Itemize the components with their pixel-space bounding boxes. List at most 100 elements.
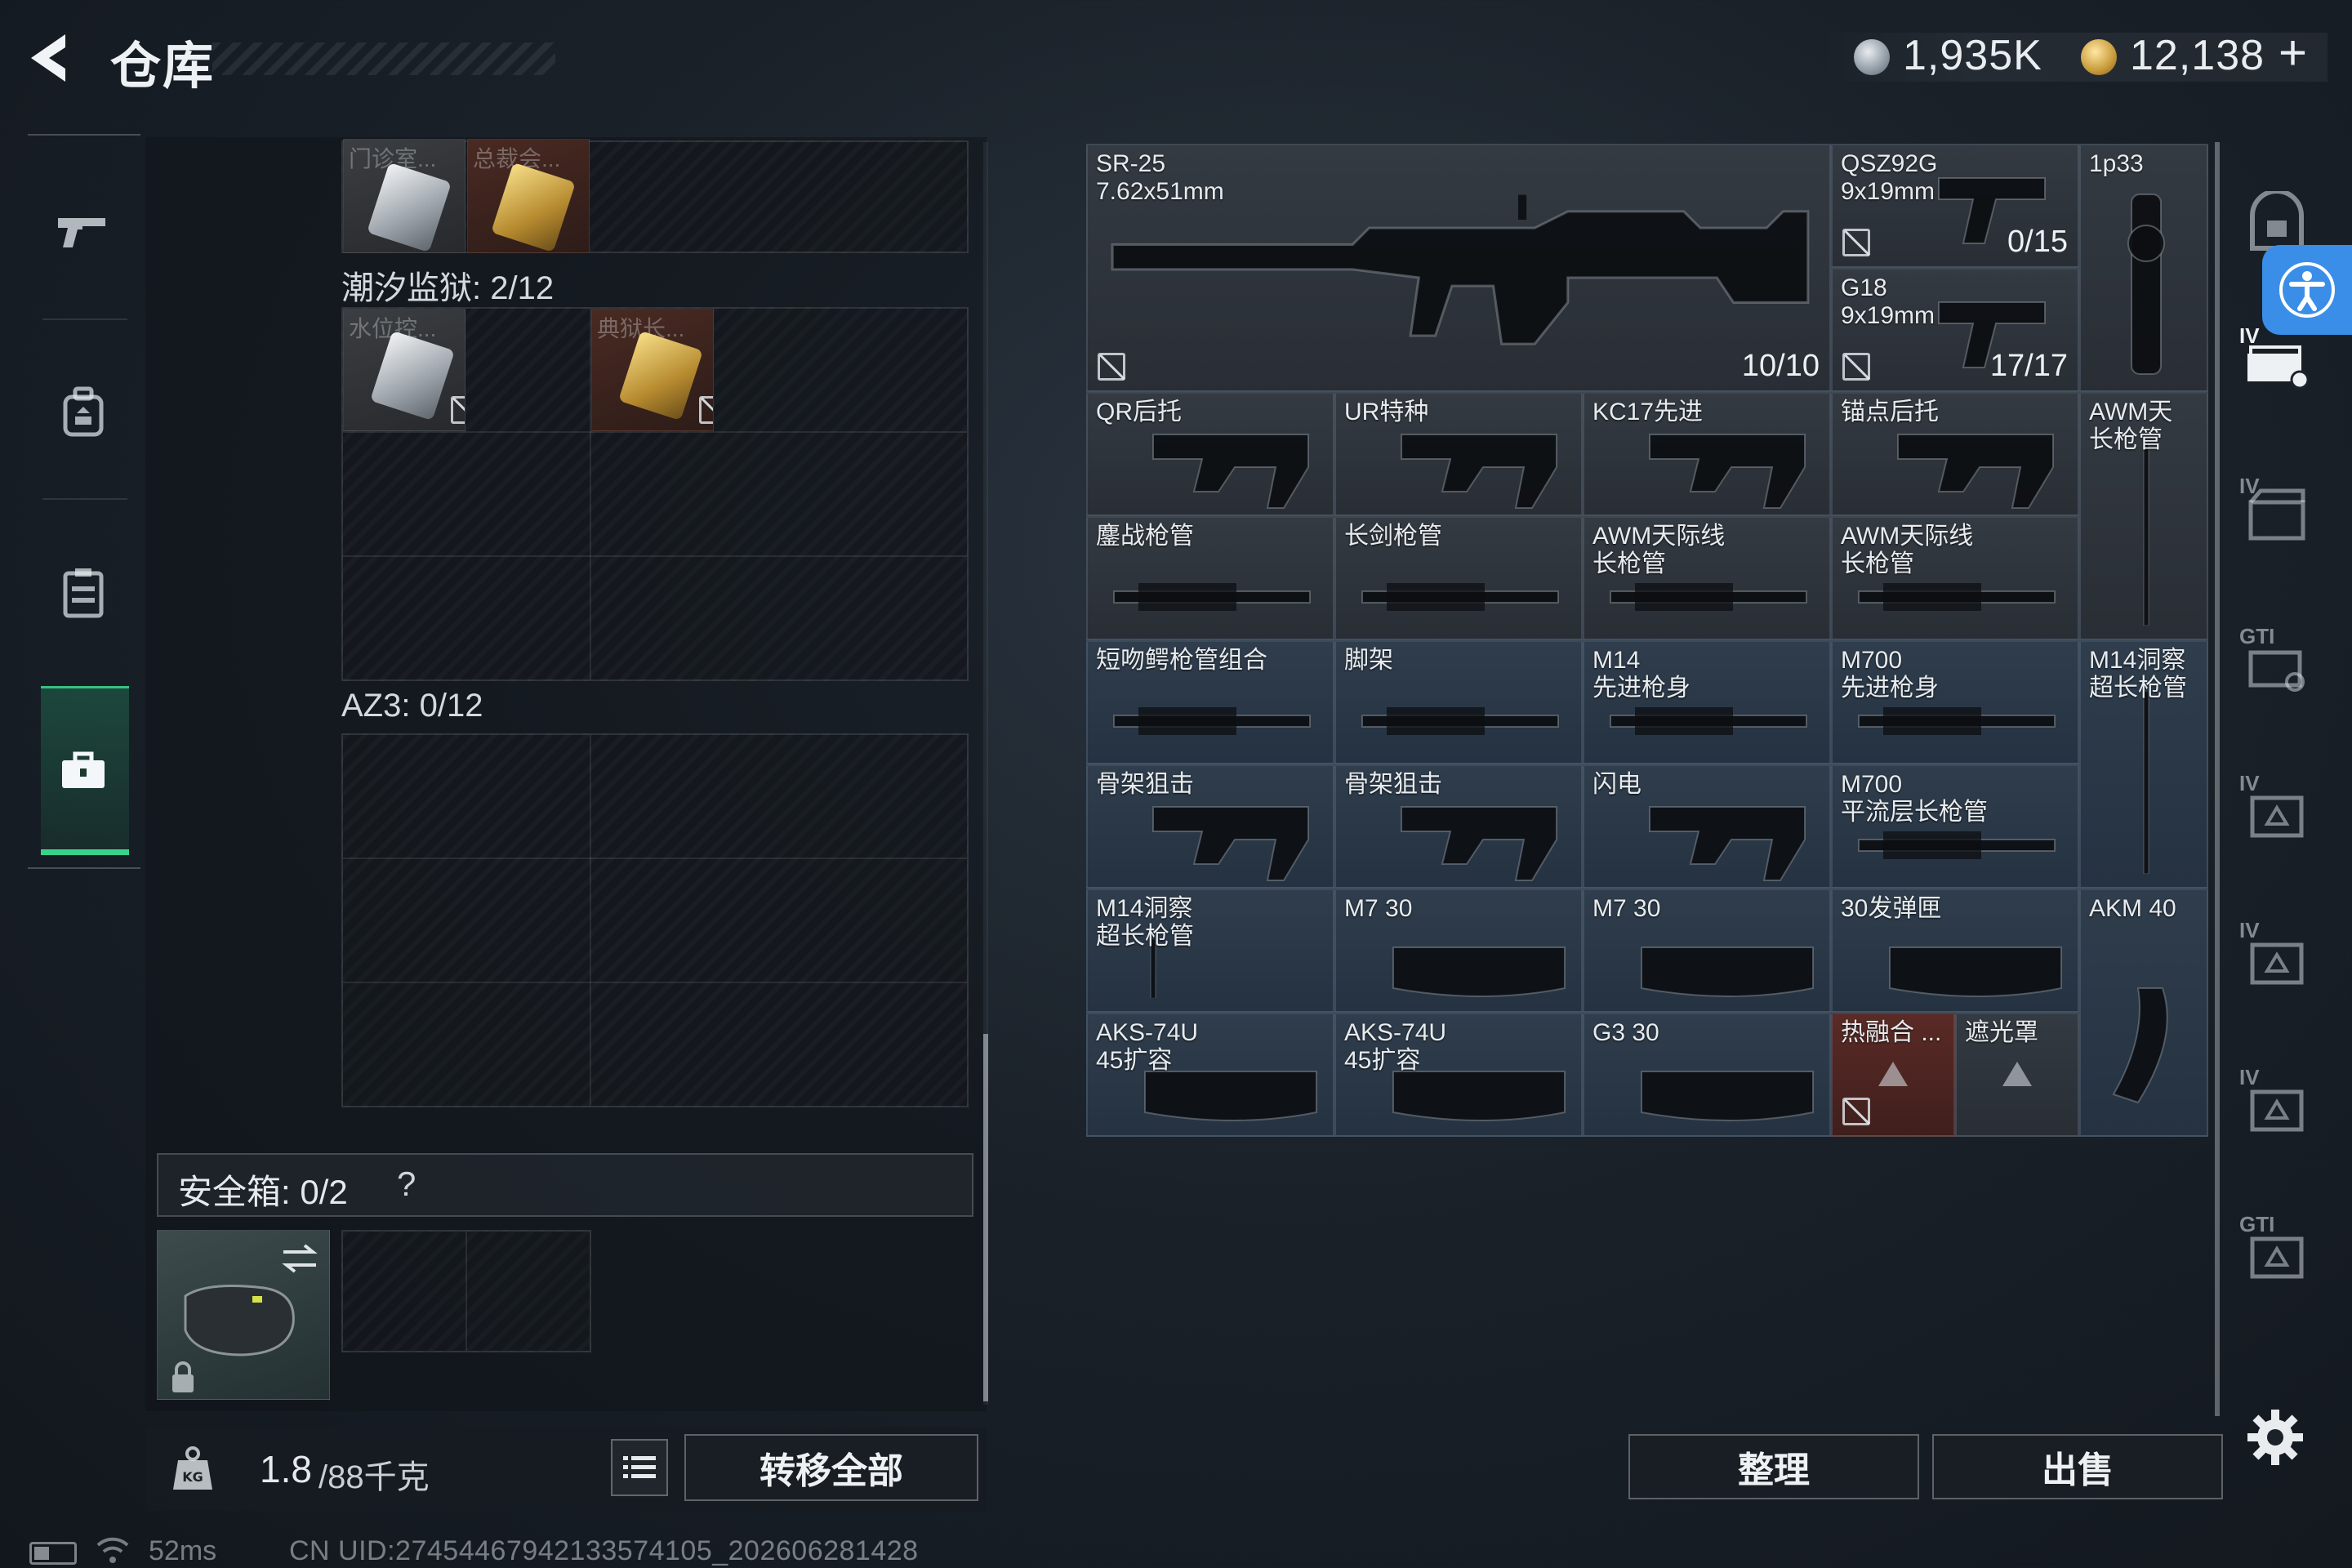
storage-item-m7-30-a[interactable]: M7 30 bbox=[1334, 889, 1583, 1013]
storage-item-sr25[interactable]: SR-25 7.62x51mm 10/10 bbox=[1086, 144, 1831, 392]
storage-item-m7-30-b[interactable]: M7 30 bbox=[1583, 889, 1831, 1013]
storage-item-m14-body[interactable]: M14 先进枪身 bbox=[1583, 640, 1831, 764]
list-view-button[interactable] bbox=[611, 1439, 668, 1496]
storage-item-thermal[interactable]: 热融合 ... bbox=[1831, 1013, 1955, 1137]
rarity-icon bbox=[2002, 1062, 2032, 1086]
storage-item-bipod[interactable]: 脚架 bbox=[1334, 640, 1583, 764]
item-name: AWM天际线 长枪管 bbox=[1592, 523, 1726, 577]
gun-icon bbox=[58, 218, 105, 247]
storage-item-mag30[interactable]: 30发弹匣 bbox=[1831, 889, 2079, 1013]
storage-item-qsz92g[interactable]: QSZ92G 9x19mm 0/15 bbox=[1831, 144, 2079, 268]
item-name: 遮光罩 bbox=[1965, 1019, 2038, 1046]
safe-box-help-button[interactable]: ? bbox=[397, 1165, 416, 1204]
ammo-count: 17/17 bbox=[1989, 349, 2068, 383]
tab-supply-2[interactable]: IV bbox=[2236, 918, 2318, 1000]
storage-item-anchor-stock[interactable]: 锚点后托 bbox=[1831, 392, 2079, 516]
safe-icon bbox=[2250, 191, 2304, 251]
storage-item-melee-barrel[interactable]: 鏖战枪管 bbox=[1086, 516, 1334, 640]
storage-item-1p33[interactable]: 1p33 bbox=[2079, 144, 2208, 392]
no-insure-icon bbox=[1842, 353, 1870, 381]
storage-item-skeleton-1[interactable]: 骨架狙击 bbox=[1086, 764, 1334, 889]
svg-text:KG: KG bbox=[182, 1469, 203, 1485]
storage-item-awm-horizon-2[interactable]: AWM天际线 长枪管 bbox=[1831, 516, 2079, 640]
storage-item-kc17-stock[interactable]: KC17先进 bbox=[1583, 392, 1831, 516]
storage-item-g3-30[interactable]: G3 30 bbox=[1583, 1013, 1831, 1137]
nav-divider bbox=[42, 318, 127, 320]
tab-supply-3[interactable]: IV bbox=[2236, 1065, 2318, 1147]
storage-item-m14-cave-2[interactable]: M14洞察 超长枪管 bbox=[1086, 889, 1334, 1013]
storage-item-g18[interactable]: G18 9x19mm 17/17 bbox=[1831, 268, 2079, 392]
tide-prison-label: 潮汐监狱: 2/12 bbox=[341, 270, 555, 306]
back-button[interactable] bbox=[24, 29, 82, 87]
nav-divider bbox=[28, 134, 140, 136]
backpack-icon bbox=[63, 386, 104, 437]
item-name: M14 先进枪身 bbox=[1592, 647, 1690, 702]
transfer-all-button[interactable]: 转移全部 bbox=[684, 1434, 978, 1501]
title-decoration bbox=[212, 42, 555, 75]
sell-button[interactable]: 出售 bbox=[1932, 1434, 2223, 1499]
no-insure-icon bbox=[1842, 229, 1870, 256]
storage-scrollbar-thumb[interactable] bbox=[2215, 142, 2220, 1416]
grid-line bbox=[343, 982, 967, 983]
accessibility-icon bbox=[2279, 262, 2335, 318]
silver-currency-value: 1,935K bbox=[1903, 32, 2042, 79]
storage-item-shade[interactable]: 遮光罩 bbox=[1955, 1013, 2079, 1137]
item-name: QR后托 bbox=[1096, 399, 1182, 425]
list-icon bbox=[623, 1456, 656, 1478]
grid-line bbox=[343, 555, 967, 557]
keycard-item[interactable]: 总裁会... bbox=[467, 139, 590, 253]
item-name: 脚架 bbox=[1344, 647, 1393, 674]
item-name: 鏖战枪管 bbox=[1096, 523, 1194, 550]
storage-item-m700-laminar[interactable]: M700 平流层长枪管 bbox=[1831, 764, 2079, 889]
tab-storage-4[interactable]: IV bbox=[2236, 323, 2318, 405]
safe-box-label: 安全箱: 0/2 bbox=[178, 1173, 348, 1211]
storage-item-aks-a[interactable]: AKS-74U 45扩容 bbox=[1086, 1013, 1334, 1137]
nav-vest[interactable] bbox=[41, 550, 126, 635]
tier-tag: IV bbox=[2239, 1065, 2260, 1089]
keycard-item[interactable]: 门诊室... bbox=[343, 139, 466, 253]
no-insure-icon bbox=[451, 396, 465, 424]
storage-item-ur-stock[interactable]: UR特种 bbox=[1334, 392, 1583, 516]
storage-item-akm40[interactable]: AKM 40 bbox=[2079, 889, 2208, 1137]
storage-item-lightning[interactable]: 闪电 bbox=[1583, 764, 1831, 889]
storage-item-short-kiss[interactable]: 短吻鳄枪管组合 bbox=[1086, 640, 1334, 764]
tidy-button[interactable]: 整理 bbox=[1628, 1434, 1919, 1499]
keycard-item[interactable]: 水位控... bbox=[343, 309, 466, 431]
storage-item-awm-long-1[interactable]: AWM天 长枪管 bbox=[2079, 392, 2208, 640]
tab-supply-4[interactable]: GTI bbox=[2236, 1212, 2318, 1294]
az3-grid bbox=[341, 733, 969, 1107]
item-name: AWM天际线 长枪管 bbox=[1841, 523, 1974, 577]
storage-item-m14-cave-1[interactable]: M14洞察 超长枪管 bbox=[2079, 640, 2208, 889]
ammo-count: 0/15 bbox=[2007, 225, 2068, 259]
tab-storage-4b[interactable]: IV bbox=[2236, 474, 2318, 555]
user-uid: CN UID:274544679421335741​05_20260628142… bbox=[289, 1535, 919, 1566]
settings-button[interactable] bbox=[2243, 1405, 2308, 1470]
storage-item-m700-body[interactable]: M700 先进枪身 bbox=[1831, 640, 2079, 764]
storage-item-qr-stock[interactable]: QR后托 bbox=[1086, 392, 1334, 516]
az3-label: AZ3: 0/12 bbox=[341, 688, 483, 724]
left-scrollbar-thumb[interactable] bbox=[983, 1034, 988, 1401]
item-name: 骨架狙击 bbox=[1344, 771, 1442, 798]
safe-case-icon bbox=[184, 1285, 295, 1356]
item-name: 锚点后托 bbox=[1841, 399, 1939, 425]
storage-item-aks-b[interactable]: AKS-74U 45扩容 bbox=[1334, 1013, 1583, 1137]
safe-box-slots[interactable] bbox=[341, 1230, 591, 1352]
tab-tool-case[interactable]: GTI bbox=[2236, 624, 2318, 706]
nav-backpack[interactable] bbox=[41, 369, 126, 454]
safe-box-item[interactable] bbox=[157, 1230, 330, 1400]
add-currency-button[interactable]: + bbox=[2278, 24, 2307, 81]
tab-supply-1[interactable]: IV bbox=[2236, 771, 2318, 853]
accessibility-button[interactable] bbox=[2262, 245, 2352, 335]
keycard-item[interactable]: 典狱长... bbox=[591, 309, 714, 431]
grid-line bbox=[343, 431, 967, 433]
storage-item-skeleton-2[interactable]: 骨架狙击 bbox=[1334, 764, 1583, 889]
no-insure-icon bbox=[699, 396, 713, 424]
nav-weapons[interactable] bbox=[41, 189, 126, 274]
swap-icon bbox=[282, 1244, 318, 1273]
nav-storage[interactable] bbox=[41, 728, 126, 813]
item-name: 骨架狙击 bbox=[1096, 771, 1194, 798]
weight-icon: KG bbox=[168, 1444, 217, 1493]
storage-item-awm-horizon-1[interactable]: AWM天际线 长枪管 bbox=[1583, 516, 1831, 640]
item-name: UR特种 bbox=[1344, 399, 1429, 425]
storage-item-longsword-barrel[interactable]: 长剑枪管 bbox=[1334, 516, 1583, 640]
